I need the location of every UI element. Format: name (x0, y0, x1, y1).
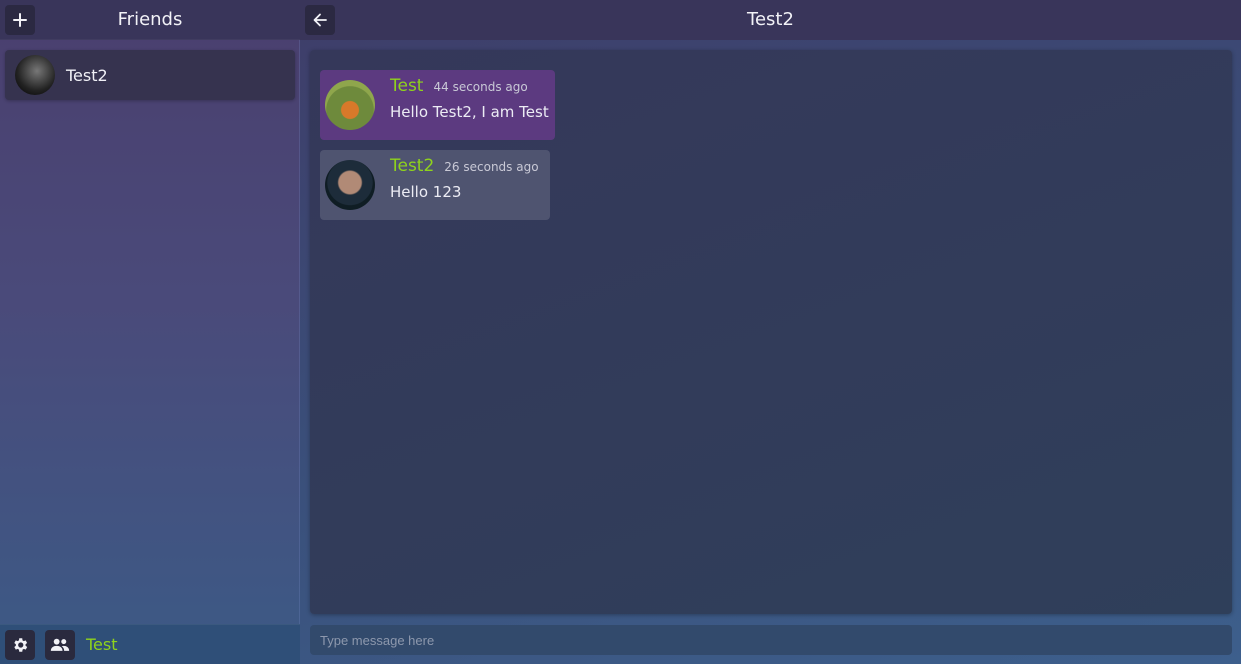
back-button[interactable] (305, 5, 335, 35)
sender-avatar (325, 160, 375, 210)
message-input[interactable] (310, 625, 1232, 655)
message-item: Test2 26 seconds ago Hello 123 (320, 150, 550, 220)
sidebar-footer: Test (0, 624, 300, 664)
message-username: Test (390, 76, 424, 96)
message-timestamp: 26 seconds ago (444, 160, 539, 174)
chat-title: Test2 (747, 9, 794, 30)
settings-button[interactable] (5, 630, 35, 660)
chat-header: Test2 (300, 0, 1241, 40)
message-body: Test2 26 seconds ago Hello 123 (390, 156, 539, 201)
friends-sidebar: Friends Test2 Test (0, 0, 300, 664)
people-icon (50, 638, 70, 652)
message-body: Test 44 seconds ago Hello Test2, I am Te… (390, 76, 549, 121)
message-list: Test 44 seconds ago Hello Test2, I am Te… (310, 50, 1232, 614)
gear-icon (11, 636, 29, 654)
friend-avatar (15, 55, 55, 95)
sender-avatar (325, 80, 375, 130)
sidebar-header: Friends (0, 0, 300, 40)
message-text: Hello 123 (390, 183, 462, 201)
plus-icon (13, 13, 27, 27)
message-meta: Test2 26 seconds ago (390, 156, 539, 176)
message-text: Hello Test2, I am Test (390, 103, 549, 121)
current-user-name: Test (86, 635, 118, 654)
message-item: Test 44 seconds ago Hello Test2, I am Te… (320, 70, 555, 140)
message-timestamp: 44 seconds ago (433, 80, 528, 94)
friends-list-button[interactable] (45, 630, 75, 660)
arrow-left-icon (313, 13, 327, 27)
friend-item-test2[interactable]: Test2 (5, 50, 295, 100)
message-username: Test2 (390, 156, 435, 176)
add-friend-button[interactable] (5, 5, 35, 35)
friend-name: Test2 (66, 65, 108, 85)
sidebar-title: Friends (117, 9, 183, 30)
message-meta: Test 44 seconds ago (390, 76, 549, 96)
